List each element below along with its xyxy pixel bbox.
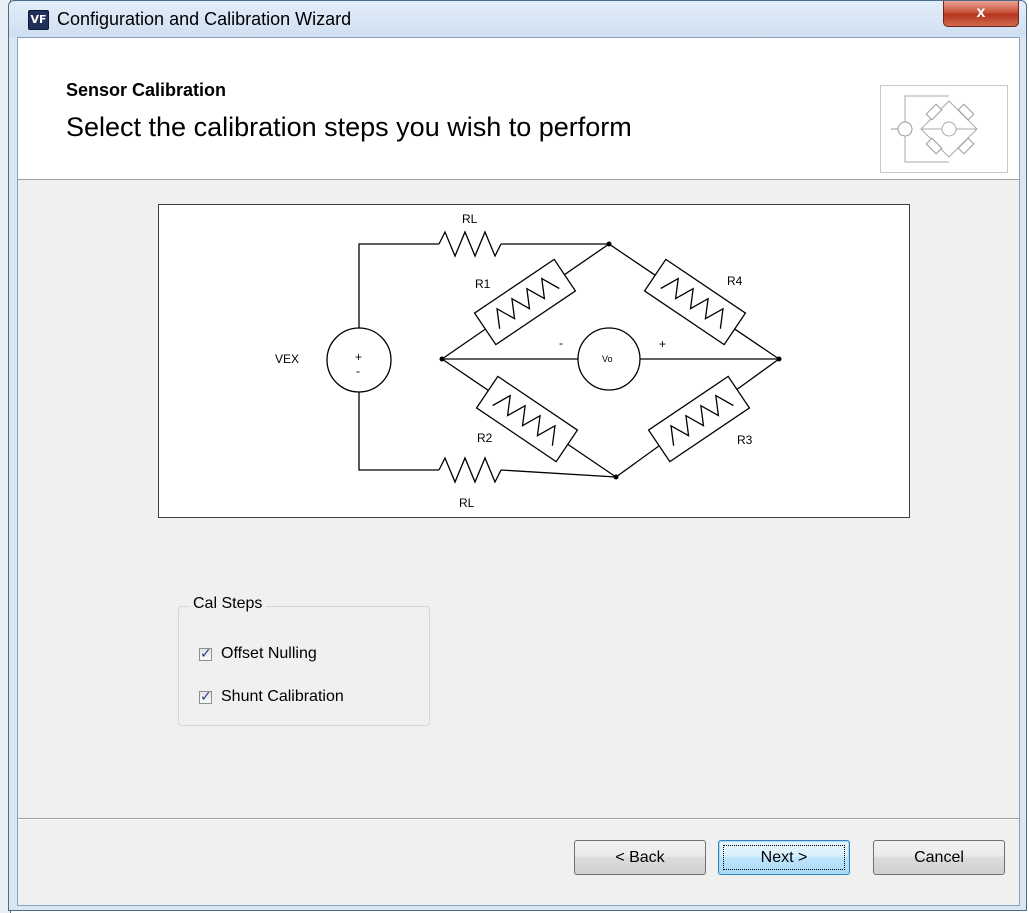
checkbox-label: Offset Nulling: [221, 645, 317, 662]
label-r2: R2: [477, 431, 493, 445]
label-r3: R3: [737, 433, 753, 447]
window-title: Configuration and Calibration Wizard: [57, 9, 352, 29]
wizard-client-area: Sensor Calibration Select the calibratio…: [17, 37, 1020, 906]
back-button[interactable]: < Back: [574, 840, 706, 875]
label-r4: R4: [727, 274, 743, 288]
cancel-button[interactable]: Cancel: [873, 840, 1005, 875]
checkmark-icon: ✓: [200, 687, 212, 704]
checkmark-icon: ✓: [200, 644, 212, 661]
label-rl-top: RL: [462, 212, 478, 226]
wizard-header: Sensor Calibration Select the calibratio…: [18, 38, 1019, 180]
step-title: Sensor Calibration: [66, 80, 227, 100]
label-r1: R1: [475, 277, 491, 291]
shunt-calibration-checkbox[interactable]: ✓ Shunt Calibration: [199, 687, 344, 707]
bridge-thumbnail-image: [880, 85, 1008, 173]
close-button[interactable]: x: [943, 1, 1019, 27]
label-vex: VEX: [275, 352, 299, 366]
footer-divider: [18, 818, 1019, 820]
checkbox-box[interactable]: ✓: [199, 644, 212, 661]
cal-steps-legend: Cal Steps: [189, 595, 267, 613]
focus-rectangle: [723, 845, 845, 870]
label-meter-minus: -: [559, 336, 563, 350]
label-vo: Vo: [602, 354, 613, 364]
next-button[interactable]: Next >: [718, 840, 850, 875]
title-bar[interactable]: VF Configuration and Calibration Wizard …: [9, 1, 1026, 37]
wizard-window: VF Configuration and Calibration Wizard …: [8, 0, 1027, 911]
checkbox-label: Shunt Calibration: [221, 688, 344, 705]
wheatstone-bridge-diagram: RL RL R1 R4 R2 R3 VEX Vo + - - +: [158, 204, 910, 518]
label-rl-bottom: RL: [459, 496, 475, 510]
checkbox-box[interactable]: ✓: [199, 687, 212, 704]
label-source-plus: +: [355, 350, 362, 364]
offset-nulling-checkbox[interactable]: ✓ Offset Nulling: [199, 644, 317, 664]
label-source-minus: -: [356, 364, 360, 378]
label-meter-plus: +: [659, 337, 666, 351]
close-icon: x: [976, 4, 986, 21]
cal-steps-groupbox: Cal Steps ✓ Offset Nulling ✓ Shunt Calib…: [178, 595, 430, 726]
step-subtitle: Select the calibration steps you wish to…: [66, 112, 632, 142]
app-icon: VF: [28, 10, 49, 30]
